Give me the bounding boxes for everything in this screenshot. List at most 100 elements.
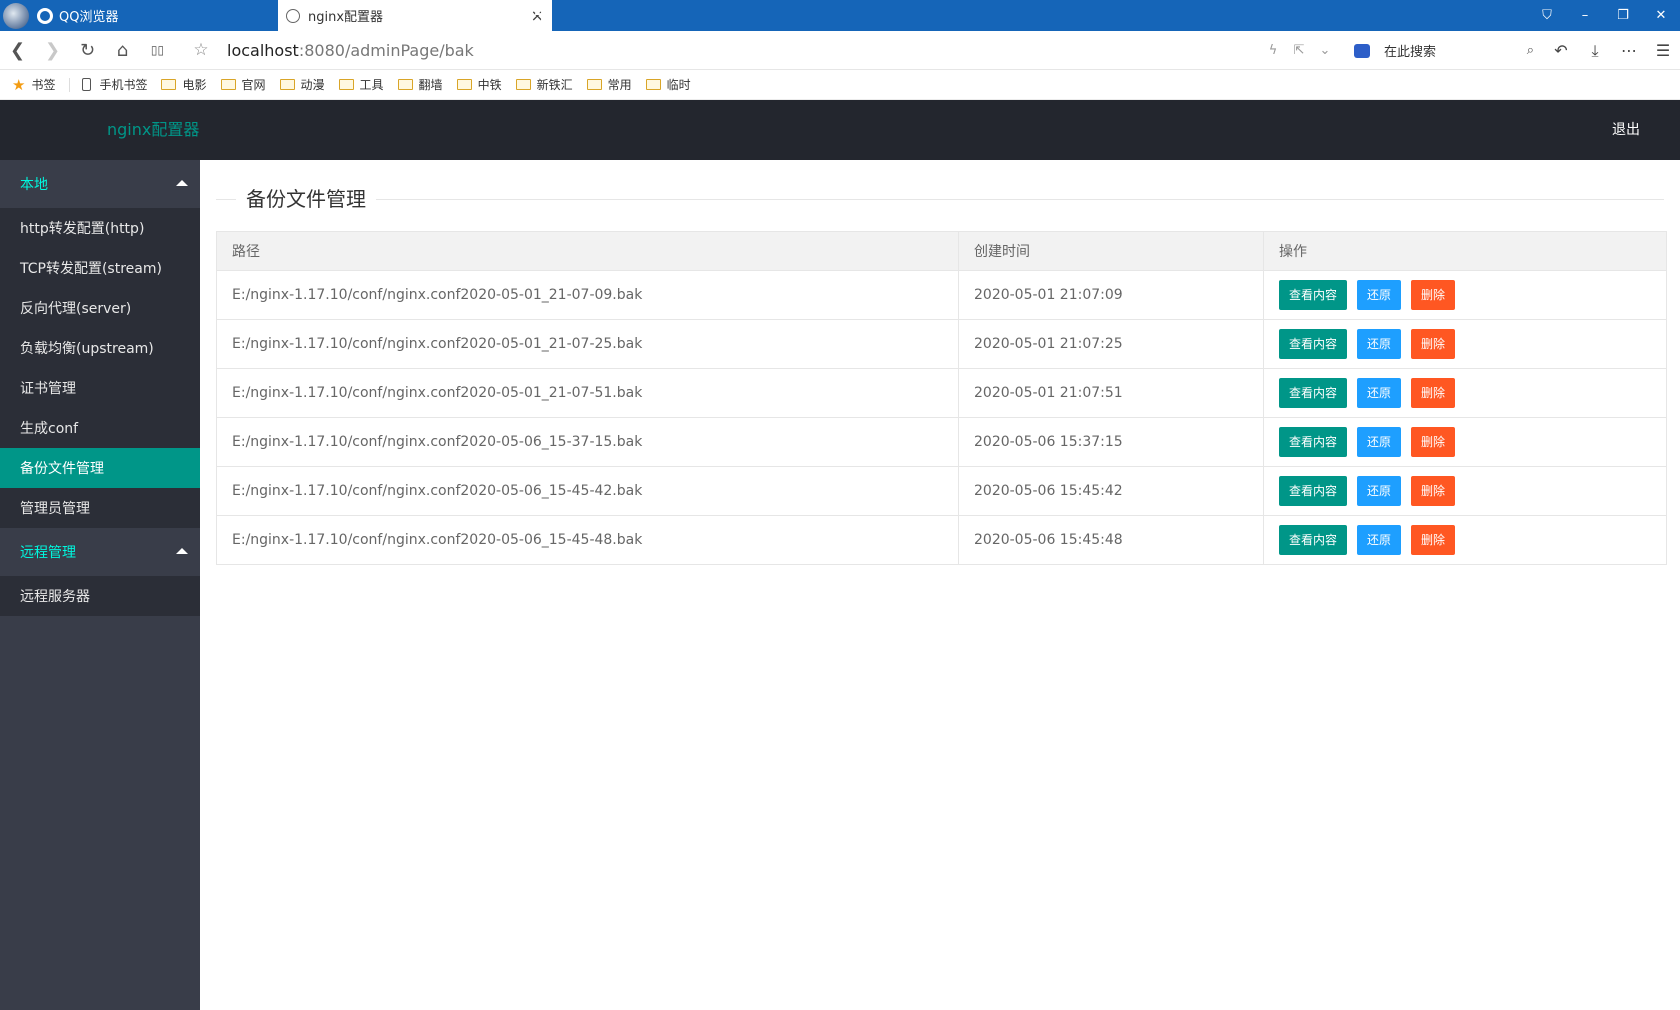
bookmark-label: 动漫 <box>300 78 325 92</box>
view-content-button[interactable]: 查看内容 <box>1279 280 1348 310</box>
search-icon[interactable]: ⌕ <box>1527 43 1534 58</box>
delete-button[interactable]: 删除 <box>1411 378 1456 408</box>
sidebar-item-certificates[interactable]: 证书管理 <box>0 368 200 408</box>
share-icon[interactable]: ⇱ <box>1286 43 1312 58</box>
restore-button[interactable]: 还原 <box>1357 427 1402 457</box>
active-browser-tab[interactable]: nginx配置器 × <box>278 0 552 31</box>
bookmark-folder[interactable]: 官网 <box>220 76 266 93</box>
qq-browser-icon <box>37 7 53 24</box>
bookmark-favorites[interactable]: ★ 书签 <box>12 76 55 94</box>
view-content-button[interactable]: 查看内容 <box>1279 378 1348 408</box>
view-content-button[interactable]: 查看内容 <box>1279 525 1348 555</box>
page-title: 备份文件管理 <box>236 184 376 214</box>
section-title: 备份文件管理 <box>216 184 1664 214</box>
back-button[interactable]: ❮ <box>0 35 35 65</box>
sidebar-item-remote-servers[interactable]: 远程服务器 <box>0 576 200 616</box>
delete-button[interactable]: 删除 <box>1411 427 1456 457</box>
bookmarks-bar: ★ 书签 手机书签 电影 官网 动漫 工具 翻墙 中铁 新铁汇 常用 临时 <box>0 70 1680 100</box>
cell-actions: 查看内容 还原 删除 <box>1263 466 1667 516</box>
restore-window-button[interactable]: ❐ <box>1604 0 1642 31</box>
sidebar-item-stream[interactable]: TCP转发配置(stream) <box>0 248 200 288</box>
nav-group-remote[interactable]: 远程管理 <box>0 528 200 576</box>
minimize-button[interactable]: – <box>1566 0 1604 31</box>
bookmark-label: 工具 <box>359 78 384 92</box>
delete-button[interactable]: 删除 <box>1411 476 1456 506</box>
sidebar-item-upstream[interactable]: 负载均衡(upstream) <box>0 328 200 368</box>
more-button[interactable]: ⋯ <box>1612 41 1646 60</box>
restore-button[interactable]: 还原 <box>1357 329 1402 359</box>
app-header: nginx配置器 退出 <box>0 100 1680 160</box>
chevron-down-icon[interactable]: ⌄ <box>1312 43 1338 58</box>
cell-time: 2020-05-06 15:37:15 <box>958 417 1264 467</box>
cell-path: E:/nginx-1.17.10/conf/nginx.conf2020-05-… <box>216 368 959 418</box>
search-engine-icon[interactable] <box>1354 43 1370 58</box>
delete-button[interactable]: 删除 <box>1411 280 1456 310</box>
backup-table: 路径 创建时间 操作 E:/nginx-1.17.10/conf/nginx.c… <box>216 231 1667 565</box>
view-content-button[interactable]: 查看内容 <box>1279 329 1348 359</box>
cell-path: E:/nginx-1.17.10/conf/nginx.conf2020-05-… <box>216 466 959 516</box>
delete-button[interactable]: 删除 <box>1411 525 1456 555</box>
home-button[interactable]: ⌂ <box>105 35 140 65</box>
close-window-button[interactable]: ✕ <box>1642 0 1680 31</box>
table-row: E:/nginx-1.17.10/conf/nginx.conf2020-05-… <box>216 368 1667 418</box>
url-path: :8080/adminPage/bak <box>298 40 474 60</box>
menu-button[interactable]: ☰ <box>1646 41 1680 60</box>
view-content-button[interactable]: 查看内容 <box>1279 476 1348 506</box>
caret-up-icon <box>176 180 188 186</box>
bookmark-folder[interactable]: 临时 <box>645 76 691 93</box>
cell-path: E:/nginx-1.17.10/conf/nginx.conf2020-05-… <box>216 515 959 565</box>
refresh-button[interactable]: ↻ <box>70 35 105 65</box>
table-row: E:/nginx-1.17.10/conf/nginx.conf2020-05-… <box>216 270 1667 320</box>
bookmark-folder[interactable]: 工具 <box>338 76 384 93</box>
nav-group-local[interactable]: 本地 <box>0 160 200 208</box>
bookmark-folder[interactable]: 新铁汇 <box>515 76 573 93</box>
sidebar-item-http[interactable]: http转发配置(http) <box>0 208 200 248</box>
view-content-button[interactable]: 查看内容 <box>1279 427 1348 457</box>
bookmark-label: 中铁 <box>477 78 502 92</box>
reader-mode-button[interactable]: ▯▯ <box>140 35 175 65</box>
lightning-icon[interactable]: ϟ <box>1260 43 1286 58</box>
logout-link[interactable]: 退出 <box>1612 100 1640 160</box>
folder-icon <box>220 79 236 90</box>
search-box[interactable]: 在此搜索 ⌕ <box>1354 41 1544 60</box>
cell-path: E:/nginx-1.17.10/conf/nginx.conf2020-05-… <box>216 270 959 320</box>
address-bar[interactable]: localhost:8080/adminPage/bak <box>227 41 474 60</box>
bookmark-folder[interactable]: 翻墙 <box>397 76 443 93</box>
table-row: E:/nginx-1.17.10/conf/nginx.conf2020-05-… <box>216 417 1667 467</box>
cell-time: 2020-05-01 21:07:25 <box>958 319 1264 369</box>
search-input[interactable]: 在此搜索 <box>1384 41 1436 60</box>
restore-button[interactable]: 还原 <box>1357 525 1402 555</box>
user-avatar-icon[interactable] <box>3 2 29 29</box>
cell-path: E:/nginx-1.17.10/conf/nginx.conf2020-05-… <box>216 319 959 369</box>
bookmark-folder[interactable]: 电影 <box>161 76 207 93</box>
bookmark-label: 手机书签 <box>99 78 148 92</box>
bookmark-label: 常用 <box>607 78 632 92</box>
forward-button[interactable]: ❯ <box>35 35 70 65</box>
sidebar-item-backups[interactable]: 备份文件管理 <box>0 448 200 488</box>
delete-button[interactable]: 删除 <box>1411 329 1456 359</box>
nav-group-label: 远程管理 <box>20 545 76 561</box>
restore-button[interactable]: 还原 <box>1357 476 1402 506</box>
bookmark-star-icon[interactable]: ☆ <box>189 40 213 60</box>
undo-close-button[interactable]: ↶ <box>1544 41 1578 60</box>
main-content: 备份文件管理 路径 创建时间 操作 E:/nginx-1.17.10/conf/… <box>200 160 1680 1010</box>
table-row: E:/nginx-1.17.10/conf/nginx.conf2020-05-… <box>216 466 1667 516</box>
bookmark-folder[interactable]: 中铁 <box>456 76 502 93</box>
bookmark-folder[interactable]: 动漫 <box>279 76 325 93</box>
new-tab-button[interactable]: + <box>530 0 554 31</box>
folder-icon <box>338 79 354 90</box>
bookmark-mobile[interactable]: 手机书签 <box>82 76 147 93</box>
download-button[interactable]: ⤓ <box>1578 41 1612 61</box>
restore-button[interactable]: 还原 <box>1357 378 1402 408</box>
tab-title: nginx配置器 <box>308 10 384 25</box>
sidebar-item-server[interactable]: 反向代理(server) <box>0 288 200 328</box>
skin-icon[interactable]: ⛉ <box>1528 0 1566 31</box>
sidebar-item-generate-conf[interactable]: 生成conf <box>0 408 200 448</box>
cell-actions: 查看内容 还原 删除 <box>1263 368 1667 418</box>
browser-app-tab[interactable]: QQ浏览器 <box>0 0 278 31</box>
cell-time: 2020-05-01 21:07:09 <box>958 270 1264 320</box>
bookmark-folder[interactable]: 常用 <box>586 76 632 93</box>
folder-icon <box>515 79 531 90</box>
sidebar-item-admins[interactable]: 管理员管理 <box>0 488 200 528</box>
restore-button[interactable]: 还原 <box>1357 280 1402 310</box>
